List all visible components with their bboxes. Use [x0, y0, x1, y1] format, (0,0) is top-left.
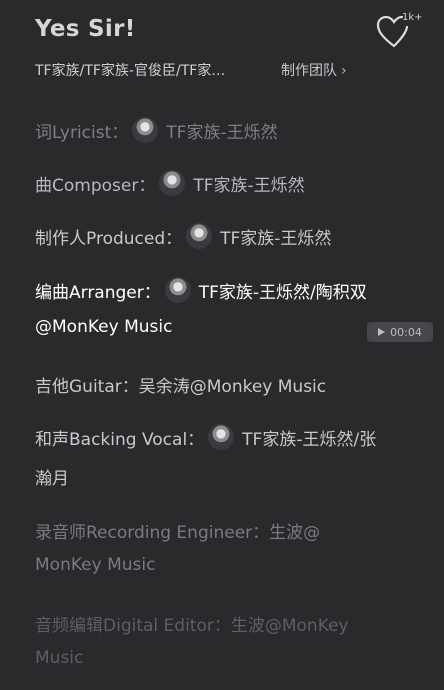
- credit-name[interactable]: TF家族-王烁然: [193, 171, 304, 196]
- credit-role: 录音师Recording Engineer：: [35, 523, 270, 543]
- credit-name[interactable]: 生波@MonKey: [231, 611, 349, 636]
- credit-name-continued[interactable]: 瀚月: [35, 464, 69, 489]
- like-count: 1k+: [402, 12, 423, 23]
- credit-role: 编曲Arranger：: [35, 282, 161, 303]
- credit-name-continued[interactable]: MonKey Music: [35, 555, 155, 575]
- credit-row-producer: 制作人Produced： TF家族-王烁然: [35, 223, 331, 249]
- song-title: Yes Sir!: [35, 16, 136, 42]
- song-header: Yes Sir! 1k+ TF家族/TF家族-官俊臣/TF家… 制作团队 ›: [0, 0, 444, 95]
- credit-row-guitar: 吉他Guitar： 吴余涛@Monkey Music: [35, 372, 326, 397]
- credit-role: 和声Backing Vocal：: [35, 429, 205, 450]
- avatar[interactable]: [132, 117, 159, 143]
- credit-role: 制作人Produced：: [35, 228, 183, 249]
- artist-list[interactable]: TF家族/TF家族-官俊臣/TF家…: [35, 60, 225, 80]
- credit-role: 音频编辑Digital Editor：: [35, 616, 231, 636]
- play-icon: [378, 328, 386, 336]
- credit-name-continued[interactable]: @MonKey Music: [35, 317, 172, 337]
- credit-name[interactable]: 吴余涛@Monkey Music: [139, 372, 326, 397]
- credit-row-backing-vocal: 和声Backing Vocal： TF家族-王烁然/张: [35, 424, 376, 450]
- credit-name[interactable]: TF家族-王烁然: [166, 118, 277, 143]
- production-team-link[interactable]: 制作团队 ›: [281, 60, 347, 80]
- chevron-right-icon: ›: [341, 63, 347, 79]
- avatar[interactable]: [186, 223, 213, 249]
- avatar[interactable]: [164, 277, 191, 303]
- credit-role: 曲Composer：: [35, 175, 156, 196]
- credit-name-continued[interactable]: Music: [35, 648, 83, 668]
- credit-role: 吉他Guitar：: [35, 377, 139, 397]
- lyric-seek-button[interactable]: 00:04: [367, 322, 433, 342]
- credit-name[interactable]: 生波@: [269, 518, 320, 543]
- credit-name[interactable]: TF家族-王烁然/张: [242, 425, 376, 450]
- credit-name[interactable]: TF家族-王烁然/陶积双: [199, 278, 367, 303]
- avatar[interactable]: [159, 170, 186, 196]
- credit-row-composer: 曲Composer： TF家族-王烁然: [35, 170, 305, 196]
- avatar[interactable]: [208, 424, 235, 450]
- credit-row-arranger: 编曲Arranger： TF家族-王烁然/陶积双: [35, 277, 367, 303]
- credit-row-recording-engineer: 录音师Recording Engineer： 生波@: [35, 518, 320, 543]
- credit-row-digital-editor: 音频编辑Digital Editor： 生波@MonKey: [35, 611, 349, 636]
- production-team-label: 制作团队: [281, 63, 337, 79]
- seek-time: 00:04: [390, 325, 422, 339]
- credit-role: 词Lyricist：: [35, 122, 129, 143]
- credit-name[interactable]: TF家族-王烁然: [220, 224, 331, 249]
- credit-row-lyricist: 词Lyricist： TF家族-王烁然: [35, 117, 278, 143]
